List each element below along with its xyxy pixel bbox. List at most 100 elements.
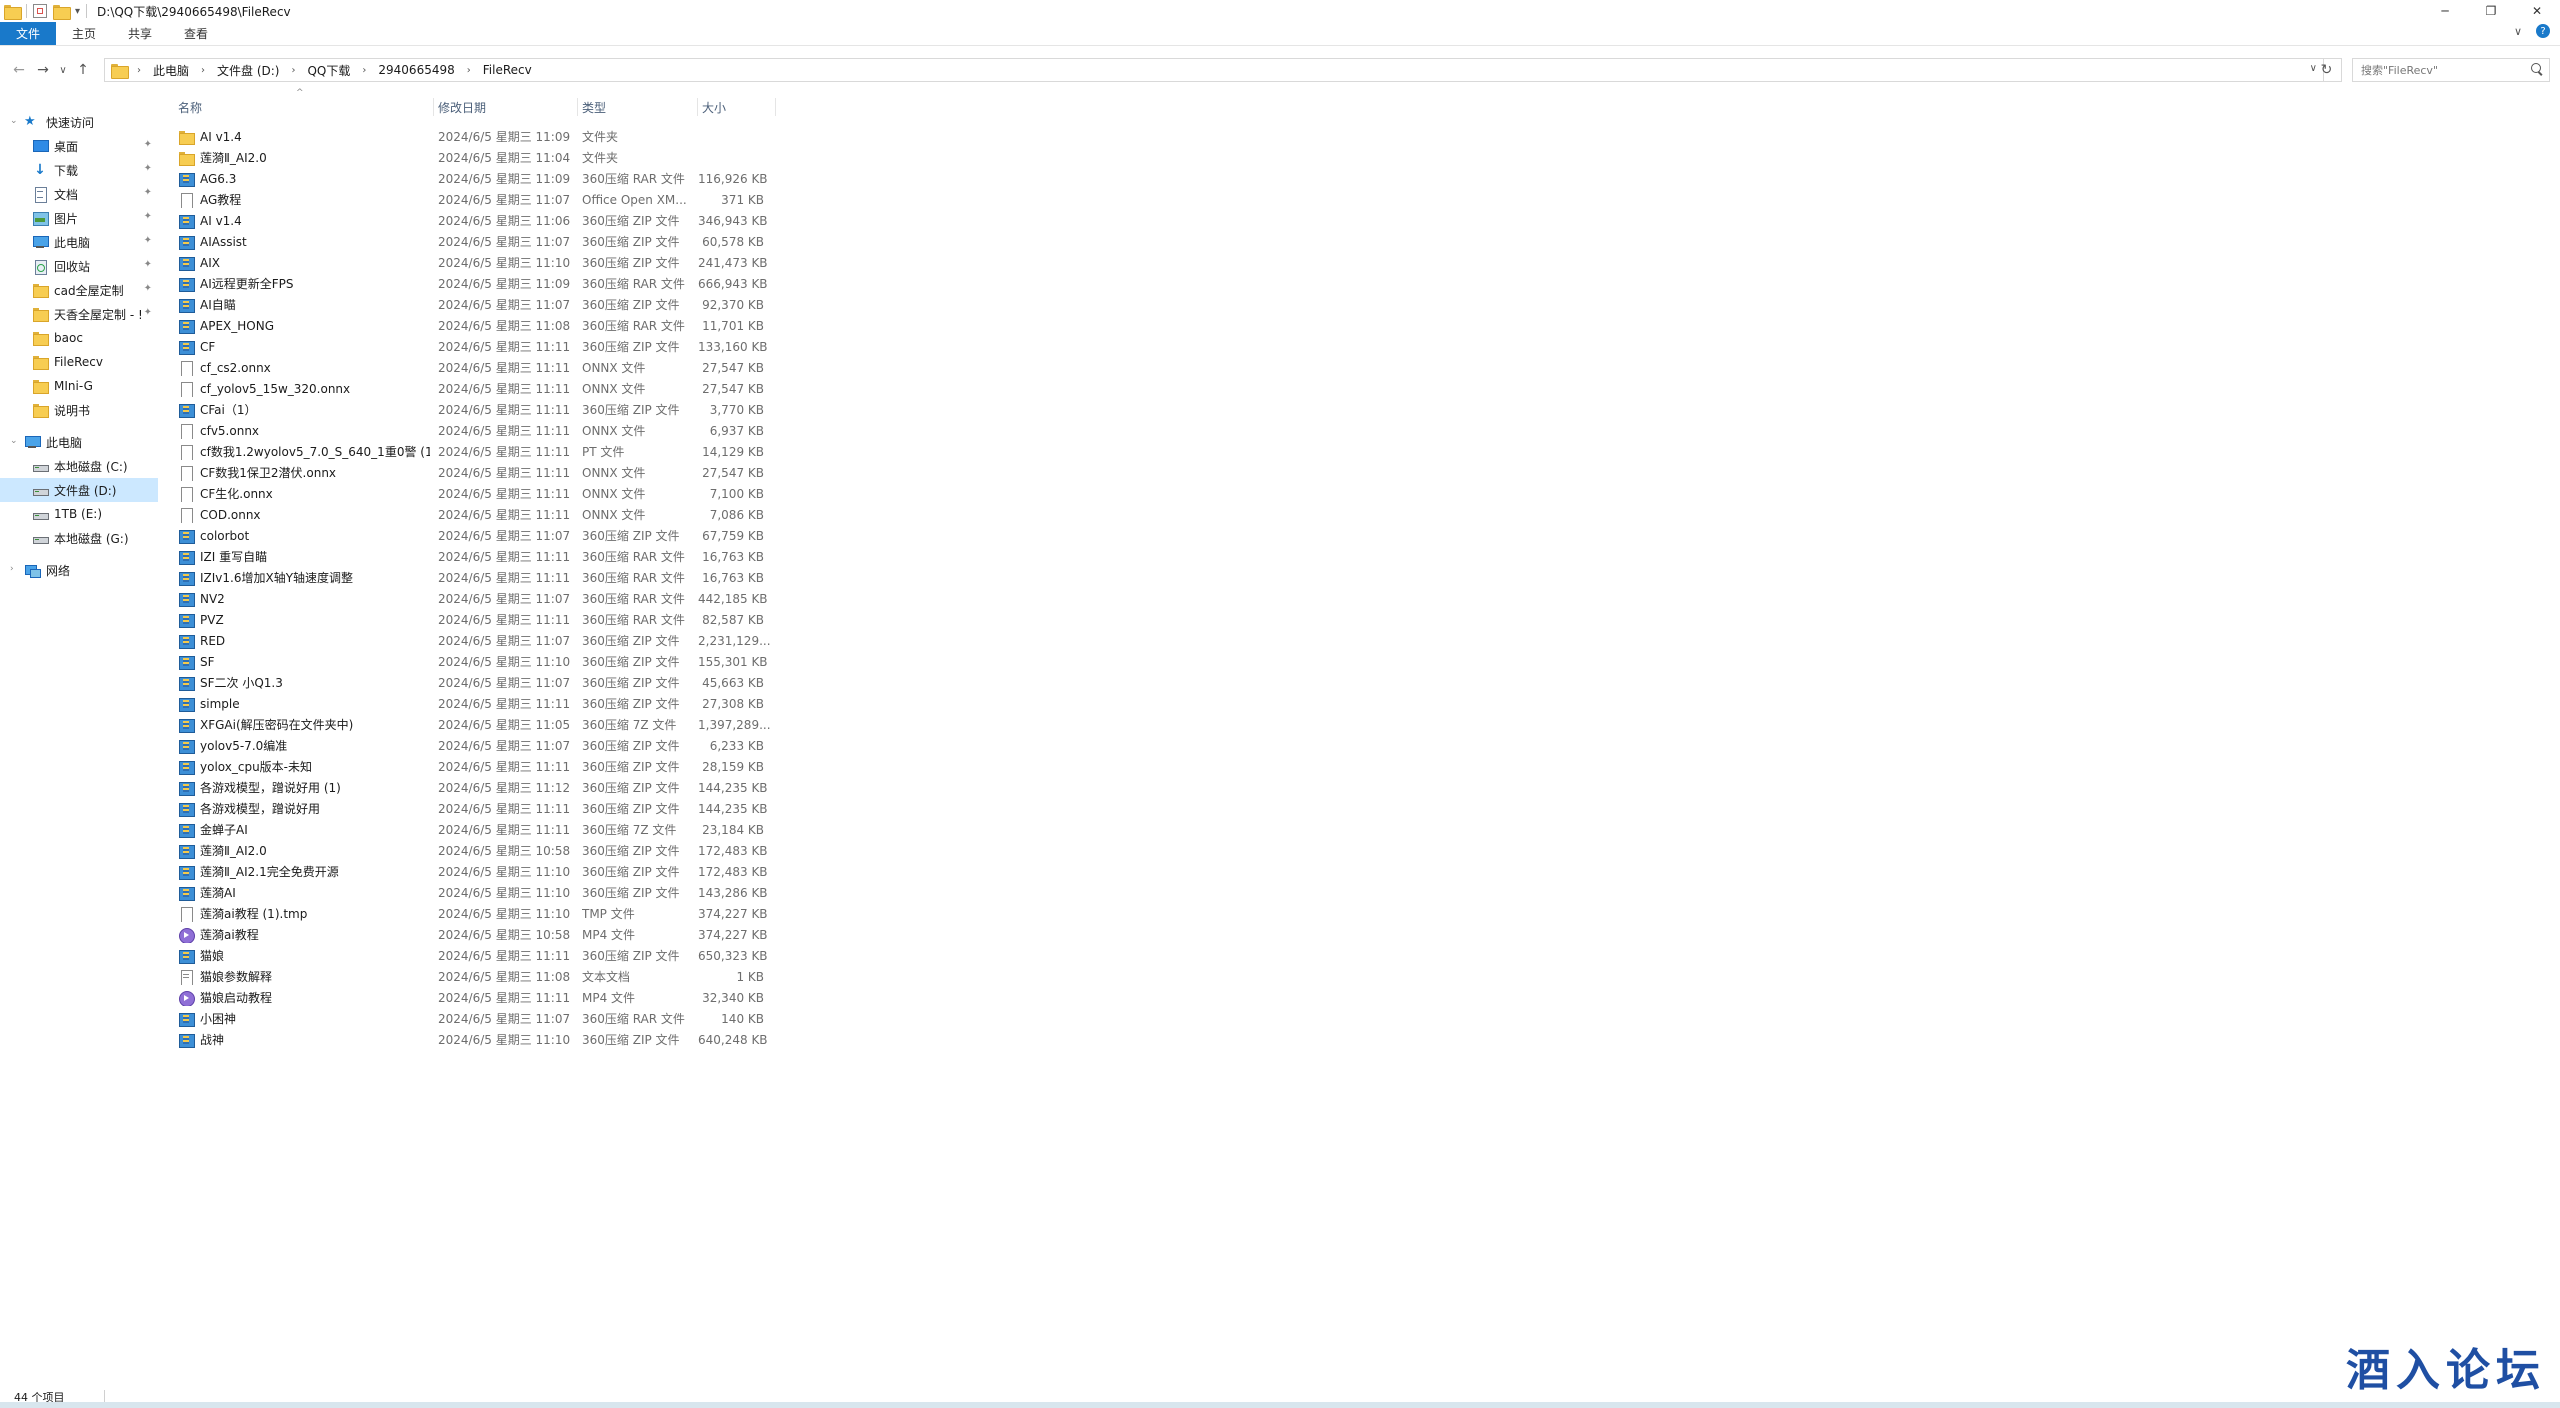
file-row[interactable]: 莲漪Ⅱ_AI2.1完全免费开源 2024/6/5 星期三 11:10 360压缩 Z… (170, 861, 770, 882)
file-name-cell[interactable]: IZIv1.6增加X轴Y轴速度调整 (178, 569, 430, 586)
sidebar-drive-e[interactable]: 1TB (E:) (0, 502, 158, 526)
file-name-cell[interactable]: 各游戏模型，蹭说好用 (1) (178, 779, 430, 796)
new-folder-icon[interactable] (53, 4, 71, 20)
forward-button[interactable]: → (32, 59, 54, 81)
file-row[interactable]: 小困神 2024/6/5 星期三 11:07 360压缩 RAR 文件 140 KB (170, 1008, 770, 1029)
column-divider[interactable] (775, 98, 776, 116)
file-row[interactable]: cf数我1.2wyolov5_7.0_S_640_1重0警 (1... 2024/… (170, 441, 770, 462)
file-row[interactable]: AI v1.4 2024/6/5 星期三 11:09 文件夹 (170, 126, 770, 147)
close-button[interactable]: ✕ (2514, 0, 2560, 22)
file-name-cell[interactable]: 小困神 (178, 1010, 430, 1027)
file-name-cell[interactable]: AG6.3 (178, 171, 430, 187)
expand-ribbon-icon[interactable]: ∨ (2514, 25, 2522, 38)
breadcrumb-this-pc[interactable]: 此电脑 (153, 62, 189, 79)
file-name-cell[interactable]: AI远程更新全FPS (178, 275, 430, 292)
tab-file[interactable]: 文件 (0, 22, 57, 45)
tab-home[interactable]: 主页 (56, 22, 112, 45)
file-name-cell[interactable]: 莲漪AI (178, 884, 430, 901)
breadcrumb-filerecv[interactable]: FileRecv (483, 63, 532, 77)
file-row[interactable]: 各游戏模型，蹭说好用 2024/6/5 星期三 11:11 360压缩 ZIP 文件… (170, 798, 770, 819)
file-name-cell[interactable]: COD.onnx (178, 507, 430, 523)
file-row[interactable]: AG教程 2024/6/5 星期三 11:07 Office Open XM... 3… (170, 189, 770, 210)
file-row[interactable]: SF 2024/6/5 星期三 11:10 360压缩 ZIP 文件 155,301 … (170, 651, 770, 672)
file-name-cell[interactable]: AIX (178, 255, 430, 271)
file-row[interactable]: PVZ 2024/6/5 星期三 11:11 360压缩 RAR 文件 82,587 … (170, 609, 770, 630)
search-box[interactable] (2352, 58, 2550, 82)
file-row[interactable]: SF二次 小Q1.3 2024/6/5 星期三 11:07 360压缩 ZIP 文件… (170, 672, 770, 693)
qat-dropdown-icon[interactable]: ▾ (75, 6, 80, 17)
search-input[interactable] (2361, 63, 2521, 77)
file-row[interactable]: 战神 2024/6/5 星期三 11:10 360压缩 ZIP 文件 640,248 … (170, 1029, 770, 1050)
file-name-cell[interactable]: yolox_cpu版本-未知 (178, 758, 430, 775)
tab-view[interactable]: 查看 (168, 22, 224, 45)
file-name-cell[interactable]: cf_cs2.onnx (178, 360, 430, 376)
tab-share[interactable]: 共享 (112, 22, 168, 45)
sidebar-network[interactable]: › 网络 (0, 558, 158, 582)
file-name-cell[interactable]: AG教程 (178, 191, 430, 208)
address-bar[interactable]: › 此电脑 › 文件盘 (D:) › QQ下载 › 2940665498 › F… (104, 58, 2324, 82)
file-row[interactable]: AI自瞄 2024/6/5 星期三 11:07 360压缩 ZIP 文件 92,370… (170, 294, 770, 315)
file-row[interactable]: 金蝉子AI 2024/6/5 星期三 11:11 360压缩 7Z 文件 23,184… (170, 819, 770, 840)
file-row[interactable]: CF生化.onnx 2024/6/5 星期三 11:11 ONNX 文件 7,100 … (170, 483, 770, 504)
help-icon[interactable]: ? (2536, 24, 2550, 38)
file-row[interactable]: yolov5-7.0编准 2024/6/5 星期三 11:07 360压缩 ZIP … (170, 735, 770, 756)
expand-icon[interactable]: ⌄ (10, 116, 18, 126)
file-row[interactable]: CF数我1保卫2潜伏.onnx 2024/6/5 星期三 11:11 ONNX 文件… (170, 462, 770, 483)
sidebar-item-filerecv[interactable]: FileRecv (0, 350, 158, 374)
file-name-cell[interactable]: colorbot (178, 528, 430, 544)
file-name-cell[interactable]: 战神 (178, 1031, 430, 1048)
sidebar-item-downloads[interactable]: ↓ 下载 ✦ (0, 158, 158, 182)
file-name-cell[interactable]: PVZ (178, 612, 430, 628)
expand-icon[interactable]: › (10, 564, 14, 574)
crumb-separator[interactable]: › (137, 65, 141, 76)
file-name-cell[interactable]: 猫娘启动教程 (178, 989, 430, 1006)
file-row[interactable]: AIAssist 2024/6/5 星期三 11:07 360压缩 ZIP 文件 60… (170, 231, 770, 252)
file-row[interactable]: simple 2024/6/5 星期三 11:11 360压缩 ZIP 文件 27,3… (170, 693, 770, 714)
file-row[interactable]: colorbot 2024/6/5 星期三 11:07 360压缩 ZIP 文件 67… (170, 525, 770, 546)
sidebar-item-documents[interactable]: 文档 ✦ (0, 182, 158, 206)
file-name-cell[interactable]: 莲漪Ⅱ_AI2.1完全免费开源 (178, 863, 430, 880)
file-name-cell[interactable]: AI自瞄 (178, 296, 430, 313)
column-header-size[interactable]: 大小 (698, 96, 776, 118)
file-row[interactable]: cf_yolov5_15w_320.onnx 2024/6/5 星期三 11:11… (170, 378, 770, 399)
column-header-name[interactable]: 名称 (170, 96, 434, 118)
breadcrumb-drive-d[interactable]: 文件盘 (D:) (217, 62, 279, 79)
sidebar-item-desktop[interactable]: 桌面 ✦ (0, 134, 158, 158)
file-name-cell[interactable]: 莲漪Ⅱ_AI2.0 (178, 842, 430, 859)
file-name-cell[interactable]: AI v1.4 (178, 129, 430, 145)
file-row[interactable]: 莲漪Ⅱ_AI2.0 2024/6/5 星期三 11:04 文件夹 (170, 147, 770, 168)
restore-button[interactable]: ❐ (2468, 0, 2514, 22)
minimize-button[interactable]: ─ (2422, 0, 2468, 22)
file-name-cell[interactable]: yolov5-7.0编准 (178, 737, 430, 754)
file-name-cell[interactable]: AI v1.4 (178, 213, 430, 229)
expand-icon[interactable]: ⌄ (10, 436, 18, 446)
file-row[interactable]: 莲漪ai教程 (1).tmp 2024/6/5 星期三 11:10 TMP 文件 37… (170, 903, 770, 924)
file-name-cell[interactable]: cf数我1.2wyolov5_7.0_S_640_1重0警 (1... (178, 443, 430, 460)
back-button[interactable]: ← (8, 59, 30, 81)
file-name-cell[interactable]: CF数我1保卫2潜伏.onnx (178, 464, 430, 481)
column-header-type[interactable]: 类型 (578, 96, 698, 118)
file-row[interactable]: cf_cs2.onnx 2024/6/5 星期三 11:11 ONNX 文件 27,5… (170, 357, 770, 378)
file-name-cell[interactable]: NV2 (178, 591, 430, 607)
crumb-separator[interactable]: › (201, 65, 205, 76)
sidebar-item-recycle-bin[interactable]: 回收站 ✦ (0, 254, 158, 278)
breadcrumb-account[interactable]: 2940665498 (378, 63, 454, 77)
file-name-cell[interactable]: IZI 重写自瞄 (178, 548, 430, 565)
file-row[interactable]: IZIv1.6增加X轴Y轴速度调整 2024/6/5 星期三 11:11 360压缩… (170, 567, 770, 588)
file-row[interactable]: 莲漪AI 2024/6/5 星期三 11:10 360压缩 ZIP 文件 143,28… (170, 882, 770, 903)
file-row[interactable]: IZI 重写自瞄 2024/6/5 星期三 11:11 360压缩 RAR 文件 16… (170, 546, 770, 567)
file-row[interactable]: 莲漪Ⅱ_AI2.0 2024/6/5 星期三 10:58 360压缩 ZIP 文件 1… (170, 840, 770, 861)
file-row[interactable]: 莲漪ai教程 2024/6/5 星期三 10:58 MP4 文件 374,227 KB (170, 924, 770, 945)
properties-icon[interactable] (33, 4, 47, 18)
crumb-separator[interactable]: › (291, 65, 295, 76)
sidebar-drive-c[interactable]: 本地磁盘 (C:) (0, 454, 158, 478)
file-row[interactable]: COD.onnx 2024/6/5 星期三 11:11 ONNX 文件 7,086 K… (170, 504, 770, 525)
sidebar-drive-d[interactable]: 文件盘 (D:) (0, 478, 158, 502)
sidebar-this-pc[interactable]: ⌄ 此电脑 (0, 430, 158, 454)
file-name-cell[interactable]: 莲漪ai教程 (178, 926, 430, 943)
breadcrumb-qq-download[interactable]: QQ下载 (307, 62, 350, 79)
file-name-cell[interactable]: CFai（1） (178, 401, 430, 418)
file-row[interactable]: AIX 2024/6/5 星期三 11:10 360压缩 ZIP 文件 241,473… (170, 252, 770, 273)
file-row[interactable]: RED 2024/6/5 星期三 11:07 360压缩 ZIP 文件 2,231,1… (170, 630, 771, 651)
file-name-cell[interactable]: cfv5.onnx (178, 423, 430, 439)
